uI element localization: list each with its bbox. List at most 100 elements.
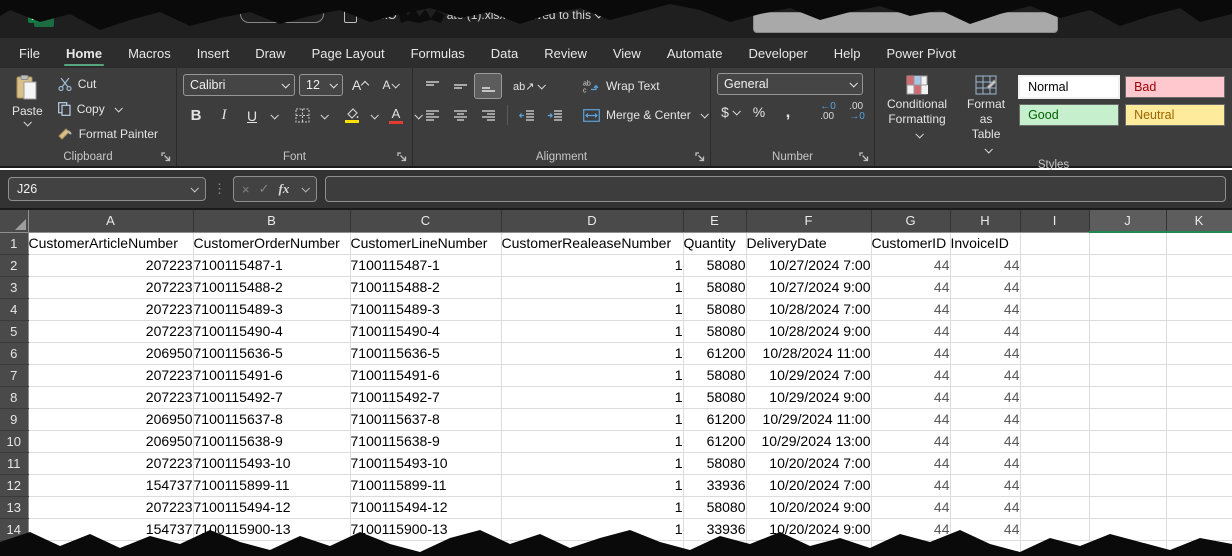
tab-view[interactable]: View xyxy=(600,38,654,68)
cell-G10[interactable]: 44 xyxy=(871,430,950,452)
cell-H4[interactable]: 44 xyxy=(950,298,1020,320)
cell-F5[interactable]: 10/28/2024 9:00 xyxy=(746,320,871,342)
tab-data[interactable]: Data xyxy=(478,38,531,68)
cell-F13[interactable]: 10/20/2024 9:00 xyxy=(746,496,871,518)
cell-K11[interactable] xyxy=(1166,452,1232,474)
cell-B2[interactable]: 7100115487-1 xyxy=(193,254,350,276)
cell-I1[interactable] xyxy=(1020,232,1089,254)
percent-style-button[interactable]: % xyxy=(746,100,772,124)
column-header-H[interactable]: H xyxy=(950,210,1020,232)
cell-H7[interactable]: 44 xyxy=(950,364,1020,386)
format-as-table-chevron-icon[interactable] xyxy=(985,145,993,153)
increase-indent-button[interactable] xyxy=(542,103,568,127)
cut-button[interactable]: Cut xyxy=(55,73,161,95)
cell-K10[interactable] xyxy=(1166,430,1232,452)
row-header-1[interactable]: 1 xyxy=(0,232,28,254)
accounting-chevron-icon[interactable] xyxy=(732,107,740,115)
fill-color-button[interactable] xyxy=(339,104,365,128)
column-header-G[interactable]: G xyxy=(871,210,950,232)
cell-J4[interactable] xyxy=(1089,298,1166,320)
cell-J9[interactable] xyxy=(1089,408,1166,430)
cell-C5[interactable]: 7100115490-4 xyxy=(350,320,501,342)
cell-B6[interactable]: 7100115636-5 xyxy=(193,342,350,364)
alignment-dialog-launcher-icon[interactable] xyxy=(695,152,705,162)
style-neutral[interactable]: Neutral xyxy=(1125,104,1225,126)
cell-C7[interactable]: 7100115491-6 xyxy=(350,364,501,386)
font-dialog-launcher-icon[interactable] xyxy=(397,152,407,162)
cell-F10[interactable]: 10/29/2024 13:00 xyxy=(746,430,871,452)
font-size-chevron-icon[interactable] xyxy=(329,80,337,88)
cell-K14[interactable] xyxy=(1166,518,1232,540)
align-right-button[interactable] xyxy=(475,103,501,127)
cell-H6[interactable]: 44 xyxy=(950,342,1020,364)
cell-J6[interactable] xyxy=(1089,342,1166,364)
row-header-11[interactable]: 11 xyxy=(0,452,28,474)
row-header-13[interactable]: 13 xyxy=(0,496,28,518)
cell-D14[interactable]: 1 xyxy=(501,518,683,540)
cell-J14[interactable] xyxy=(1089,518,1166,540)
cell-F14[interactable]: 10/20/2024 9:00 xyxy=(746,518,871,540)
cell-A5[interactable]: 207223 xyxy=(28,320,193,342)
column-header-C[interactable]: C xyxy=(350,210,501,232)
cell-A14[interactable]: 154737 xyxy=(28,518,193,540)
cell-B1[interactable]: CustomerOrderNumber xyxy=(193,232,350,254)
increase-decimal-button[interactable]: ←0 .00 xyxy=(815,100,841,124)
cell-G2[interactable]: 44 xyxy=(871,254,950,276)
cell-C13[interactable]: 7100115494-12 xyxy=(350,496,501,518)
cell-D13[interactable]: 1 xyxy=(501,496,683,518)
orientation-button[interactable]: ab↗ xyxy=(511,74,546,98)
align-center-button[interactable] xyxy=(447,103,473,127)
number-format-combo[interactable]: General xyxy=(717,73,863,95)
style-bad[interactable]: Bad xyxy=(1125,76,1225,98)
tab-help[interactable]: Help xyxy=(821,38,874,68)
cell-F11[interactable]: 10/20/2024 7:00 xyxy=(746,452,871,474)
cancel-icon[interactable]: × xyxy=(242,182,250,197)
cell-B9[interactable]: 7100115637-8 xyxy=(193,408,350,430)
tab-automate[interactable]: Automate xyxy=(654,38,736,68)
cell-F2[interactable]: 10/27/2024 7:00 xyxy=(746,254,871,276)
cell-B3[interactable]: 7100115488-2 xyxy=(193,276,350,298)
cell-D11[interactable]: 1 xyxy=(501,452,683,474)
column-header-F[interactable]: F xyxy=(746,210,871,232)
cell-B5[interactable]: 7100115490-4 xyxy=(193,320,350,342)
conditional-formatting-chevron-icon[interactable] xyxy=(915,130,923,138)
cell-G4[interactable]: 44 xyxy=(871,298,950,320)
top-align-button[interactable] xyxy=(419,74,445,98)
cell-C1[interactable]: CustomerLineNumber xyxy=(350,232,501,254)
cell-D12[interactable]: 1 xyxy=(501,474,683,496)
cell-B8[interactable]: 7100115492-7 xyxy=(193,386,350,408)
formula-bar-drag-dots[interactable]: ⋮ xyxy=(213,181,226,197)
orientation-chevron-icon[interactable] xyxy=(538,81,546,89)
cell-B7[interactable]: 7100115491-6 xyxy=(193,364,350,386)
cell-H3[interactable]: 44 xyxy=(950,276,1020,298)
cell-K7[interactable] xyxy=(1166,364,1232,386)
tab-developer[interactable]: Developer xyxy=(735,38,820,68)
underline-chevron-icon[interactable] xyxy=(270,111,278,119)
row-header-14[interactable]: 14 xyxy=(0,518,28,540)
cell-A1[interactable]: CustomerArticleNumber xyxy=(28,232,193,254)
cell-J5[interactable] xyxy=(1089,320,1166,342)
cell-E8[interactable]: 58080 xyxy=(683,386,746,408)
cell-D5[interactable]: 1 xyxy=(501,320,683,342)
tab-formulas[interactable]: Formulas xyxy=(398,38,478,68)
row-header-12[interactable]: 12 xyxy=(0,474,28,496)
underline-button[interactable]: U xyxy=(239,104,265,128)
row-header-2[interactable]: 2 xyxy=(0,254,28,276)
cell-F7[interactable]: 10/29/2024 7:00 xyxy=(746,364,871,386)
decrease-decimal-button[interactable]: .00 →0 xyxy=(844,100,870,124)
cell-D2[interactable]: 1 xyxy=(501,254,683,276)
cell-F3[interactable]: 10/27/2024 9:00 xyxy=(746,276,871,298)
format-as-table-button[interactable]: Format as Table xyxy=(961,73,1011,159)
font-name-chevron-icon[interactable] xyxy=(281,80,289,88)
cell-G9[interactable]: 44 xyxy=(871,408,950,430)
style-good[interactable]: Good xyxy=(1019,104,1119,126)
cell-I11[interactable] xyxy=(1020,452,1089,474)
font-name-combo[interactable]: Calibri xyxy=(183,74,295,96)
cell-D6[interactable]: 1 xyxy=(501,342,683,364)
cell-K5[interactable] xyxy=(1166,320,1232,342)
fill-color-chevron-icon[interactable] xyxy=(370,111,378,119)
cell-F4[interactable]: 10/28/2024 7:00 xyxy=(746,298,871,320)
tab-review[interactable]: Review xyxy=(531,38,600,68)
cell-J10[interactable] xyxy=(1089,430,1166,452)
cell-C12[interactable]: 7100115899-11 xyxy=(350,474,501,496)
